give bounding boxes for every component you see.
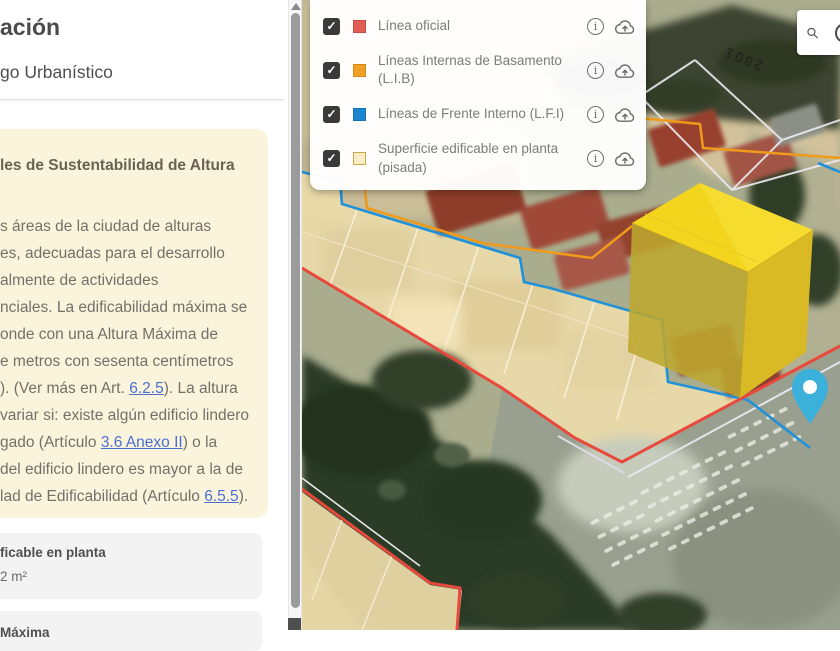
paragraph-line: almente de actividades	[0, 267, 254, 294]
cloud-upload-icon[interactable]	[614, 106, 636, 123]
search-icon[interactable]	[806, 22, 819, 44]
page-title: ación	[0, 14, 60, 41]
layer-color-swatch	[353, 64, 366, 77]
article-link[interactable]: 6.5.5	[204, 488, 238, 505]
result-card-label: ficable en planta	[0, 545, 262, 560]
info-icon[interactable]: i	[587, 18, 604, 35]
scrollbar-down-button[interactable]	[288, 618, 301, 630]
paragraph-line: variar si: existe algún edificio lindero	[0, 402, 254, 429]
layer-row: ✓ Líneas Internas de Basamento (L.I.B) i	[323, 52, 636, 88]
scrollbar-up-arrow[interactable]	[291, 3, 301, 10]
search-box[interactable]	[797, 10, 840, 55]
info-icon[interactable]: i	[587, 106, 604, 123]
secondary-control-icon[interactable]	[833, 21, 840, 45]
layer-checkbox[interactable]: ✓	[323, 62, 340, 79]
article-link[interactable]: 6.2.5	[129, 380, 163, 397]
paragraph-line: es, adecuadas para el desarrollo	[0, 240, 254, 267]
layer-label: Líneas Internas de Basamento (L.I.B)	[378, 52, 570, 88]
info-card-paragraph: s áreas de la ciudad de alturases, adecu…	[0, 213, 254, 510]
layer-checkbox[interactable]: ✓	[323, 106, 340, 123]
paragraph-line: del edificio lindero es mayor a la de	[0, 456, 254, 483]
scrollbar-thumb[interactable]	[291, 13, 300, 608]
info-card-heading: les de Sustentabilidad de Altura	[0, 157, 254, 175]
layer-color-swatch	[353, 20, 366, 33]
layer-checkbox[interactable]: ✓	[323, 150, 340, 167]
info-icon[interactable]: i	[587, 150, 604, 167]
article-link[interactable]: 3.6 Anexo II	[101, 434, 183, 451]
paragraph-line: e metros con sesenta centímetros	[0, 348, 254, 375]
layer-label: Línea oficial	[378, 17, 570, 35]
layer-label: Superficie edificable en planta (pisada)	[378, 140, 570, 176]
divider	[0, 99, 284, 100]
sustainability-info-card: les de Sustentabilidad de Altura s áreas…	[0, 129, 268, 518]
paragraph-line: nciales. La edificabilidad máxima se	[0, 294, 254, 321]
result-card-surface: ficable en planta 2 m²	[0, 533, 262, 599]
result-card-next: Máxima	[0, 611, 262, 651]
cloud-upload-icon[interactable]	[614, 62, 636, 79]
result-card-value: 2 m²	[0, 569, 262, 584]
layer-row: ✓ Línea oficial i	[323, 13, 636, 39]
layer-panel-rows: ✓ Línea oficial i ✓ Líneas Internas de Basam…	[323, 13, 636, 177]
page-subtitle: go Urbanístico	[0, 62, 113, 83]
layer-row: ✓ Líneas de Frente Interno (L.F.I) i	[323, 101, 636, 127]
result-card-label: Máxima	[0, 625, 262, 640]
cloud-upload-icon[interactable]	[614, 150, 636, 167]
cloud-upload-icon[interactable]	[614, 18, 636, 35]
layer-color-swatch	[353, 152, 366, 165]
paragraph-line: lad de Edificabilidad (Artículo 6.5.5).	[0, 483, 254, 510]
paragraph-line: gado (Artículo 3.6 Anexo II) o la	[0, 429, 254, 456]
layer-color-swatch	[353, 108, 366, 121]
layer-checkbox[interactable]: ✓	[323, 18, 340, 35]
layer-label: Líneas de Frente Interno (L.F.I)	[378, 105, 570, 123]
paragraph-line: onde con una Altura Máxima de	[0, 321, 254, 348]
info-icon[interactable]: i	[587, 62, 604, 79]
paragraph-line: ). (Ver más en Art. 6.2.5). La altura	[0, 375, 254, 402]
paragraph-line: s áreas de la ciudad de alturas	[0, 213, 254, 240]
layer-panel: ✓ Línea oficial i ✓ Líneas Internas de Basam…	[310, 0, 646, 190]
sidebar: ación go Urbanístico les de Sustentabili…	[0, 0, 288, 630]
layer-row: ✓ Superficie edificable en planta (pisada…	[323, 140, 636, 176]
